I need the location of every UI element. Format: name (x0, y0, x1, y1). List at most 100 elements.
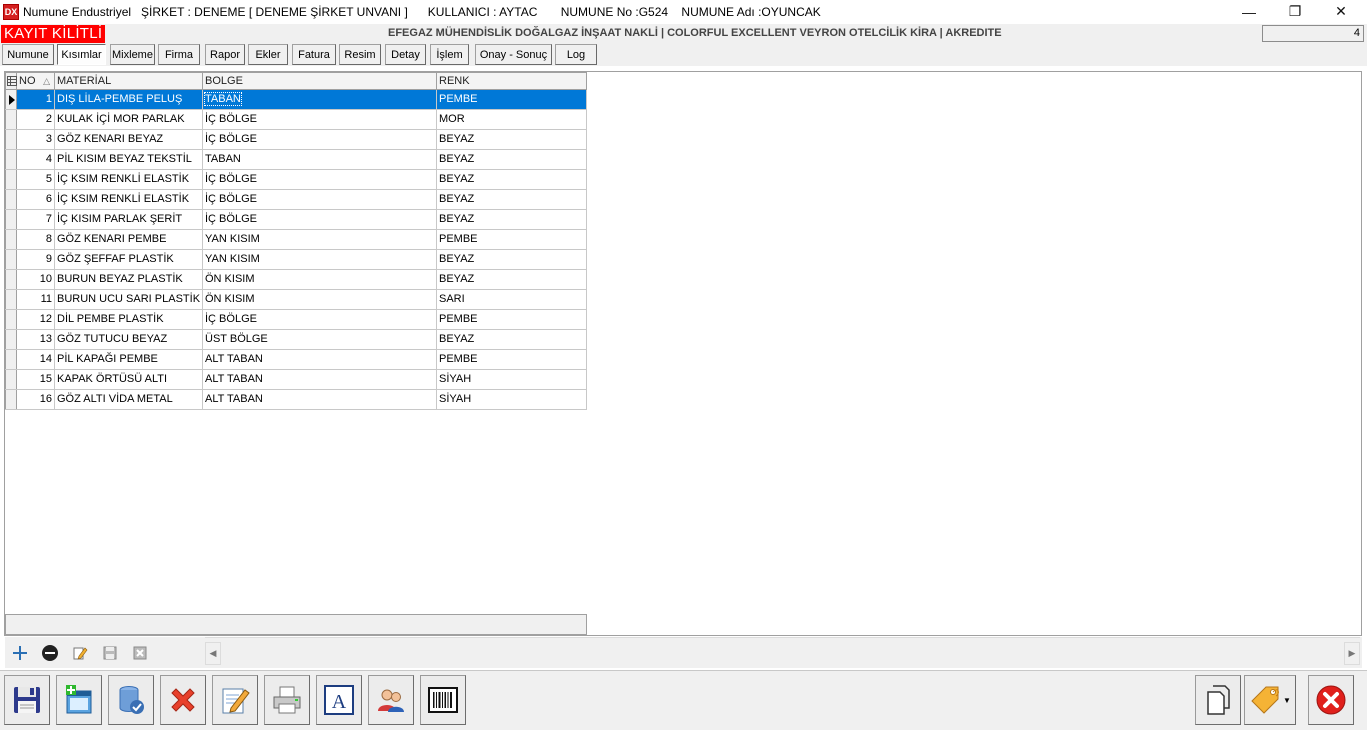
minus-icon[interactable] (39, 642, 61, 664)
cell-bolge[interactable]: İÇ BÖLGE (203, 110, 437, 129)
column-header-bolge[interactable]: BOLGE (203, 73, 437, 89)
table-row[interactable]: 1 DIŞ LİLA-PEMBE PELUŞ TABAN PEMBE (5, 90, 587, 110)
table-row[interactable]: 9 GÖZ ŞEFFAF PLASTİK YAN KISIM BEYAZ (5, 250, 587, 270)
cell-renk[interactable]: BEYAZ (437, 270, 587, 289)
row-indicator[interactable] (5, 390, 17, 409)
cell-material[interactable]: PİL KAPAĞI PEMBE (55, 350, 203, 369)
cell-material[interactable]: GÖZ KENARI BEYAZ (55, 130, 203, 149)
row-indicator[interactable] (5, 190, 17, 209)
table-row[interactable]: 16 GÖZ ALTI VİDA METAL ALT TABAN SİYAH (5, 390, 587, 410)
cell-no[interactable]: 3 (17, 130, 55, 149)
cell-bolge[interactable]: TABAN (203, 90, 437, 109)
cell-material[interactable]: İÇ KSIM RENKLİ ELASTİK (55, 170, 203, 189)
save-button[interactable] (4, 675, 50, 725)
edit-button[interactable] (212, 675, 258, 725)
cell-bolge[interactable]: ÖN KISIM (203, 290, 437, 309)
cell-no[interactable]: 11 (17, 290, 55, 309)
tab-rapor[interactable]: Rapor (205, 44, 245, 65)
cell-material[interactable]: KAPAK ÖRTÜSÜ ALTI (55, 370, 203, 389)
table-row[interactable]: 11 BURUN UCU SARI PLASTİK ÖN KISIM SARI (5, 290, 587, 310)
table-row[interactable]: 10 BURUN BEYAZ PLASTİK ÖN KISIM BEYAZ (5, 270, 587, 290)
cell-material[interactable]: İÇ KSIM RENKLİ ELASTİK (55, 190, 203, 209)
cell-renk[interactable]: BEYAZ (437, 250, 587, 269)
scroll-right-icon[interactable]: ▶ (1344, 642, 1360, 665)
column-header-material[interactable]: MATERİAL (55, 73, 203, 89)
cell-renk[interactable]: BEYAZ (437, 170, 587, 189)
cell-material[interactable]: GÖZ KENARI PEMBE (55, 230, 203, 249)
cell-bolge[interactable]: İÇ BÖLGE (203, 170, 437, 189)
cell-no[interactable]: 12 (17, 310, 55, 329)
tab-firma[interactable]: Firma (158, 44, 200, 65)
cell-material[interactable]: PİL KISIM BEYAZ TEKSTİL (55, 150, 203, 169)
cell-renk[interactable]: PEMBE (437, 90, 587, 109)
table-row[interactable]: 4 PİL KISIM BEYAZ TEKSTİL TABAN BEYAZ (5, 150, 587, 170)
tab-onay-sonuc[interactable]: Onay - Sonuç (475, 44, 552, 65)
cell-renk[interactable]: PEMBE (437, 230, 587, 249)
row-indicator[interactable] (5, 130, 17, 149)
row-indicator[interactable] (5, 230, 17, 249)
parts-grid[interactable]: NO △ MATERİAL BOLGE RENK 1 DIŞ LİLA-PEMBE… (5, 72, 587, 410)
new-record-button[interactable] (56, 675, 102, 725)
row-indicator[interactable] (5, 250, 17, 269)
cell-renk[interactable]: MOR (437, 110, 587, 129)
cell-material[interactable]: GÖZ ALTI VİDA METAL (55, 390, 203, 409)
cell-renk[interactable]: BEYAZ (437, 150, 587, 169)
text-format-button[interactable]: A (316, 675, 362, 725)
tab-detay[interactable]: Detay (385, 44, 426, 65)
cell-bolge[interactable]: TABAN (203, 150, 437, 169)
cell-material[interactable]: BURUN UCU SARI PLASTİK (55, 290, 203, 309)
cell-material[interactable]: GÖZ TUTUCU BEYAZ (55, 330, 203, 349)
cell-no[interactable]: 5 (17, 170, 55, 189)
cell-renk[interactable]: BEYAZ (437, 330, 587, 349)
row-indicator[interactable] (5, 110, 17, 129)
cancel-icon[interactable] (129, 642, 151, 664)
cell-no[interactable]: 8 (17, 230, 55, 249)
cell-no[interactable]: 4 (17, 150, 55, 169)
cell-bolge[interactable]: ALT TABAN (203, 350, 437, 369)
tab-fatura[interactable]: Fatura (292, 44, 336, 65)
cell-renk[interactable]: BEYAZ (437, 130, 587, 149)
cell-material[interactable]: BURUN BEYAZ PLASTİK (55, 270, 203, 289)
tab-mixleme[interactable]: Mixleme (110, 44, 155, 65)
cell-no[interactable]: 9 (17, 250, 55, 269)
column-header-no[interactable]: NO △ (17, 73, 55, 89)
horizontal-scrollbar[interactable]: ◀ ▶ (205, 637, 1360, 668)
row-indicator[interactable] (5, 330, 17, 349)
minimize-button[interactable]: — (1226, 0, 1272, 23)
print-button[interactable] (264, 675, 310, 725)
tag-dropdown-button[interactable]: ▼ (1244, 675, 1296, 725)
chevron-down-icon[interactable]: ▼ (1283, 696, 1291, 705)
cell-bolge[interactable]: ALT TABAN (203, 370, 437, 389)
cell-bolge[interactable]: YAN KISIM (203, 250, 437, 269)
tab-resim[interactable]: Resim (339, 44, 381, 65)
cell-no[interactable]: 1 (17, 90, 55, 109)
cell-no[interactable]: 13 (17, 330, 55, 349)
copy-button[interactable] (1195, 675, 1241, 725)
tab-log[interactable]: Log (555, 44, 597, 65)
table-row[interactable]: 2 KULAK İÇİ MOR PARLAK İÇ BÖLGE MOR (5, 110, 587, 130)
cell-material[interactable]: DIŞ LİLA-PEMBE PELUŞ (55, 90, 203, 109)
cell-renk[interactable]: SARI (437, 290, 587, 309)
restore-button[interactable]: ❐ (1272, 0, 1318, 23)
cell-no[interactable]: 10 (17, 270, 55, 289)
cell-renk[interactable]: SİYAH (437, 370, 587, 389)
row-indicator[interactable] (5, 170, 17, 189)
cell-material[interactable]: KULAK İÇİ MOR PARLAK (55, 110, 203, 129)
close-window-button[interactable]: ✕ (1318, 0, 1364, 23)
cell-bolge[interactable]: YAN KISIM (203, 230, 437, 249)
column-header-renk[interactable]: RENK (437, 73, 587, 89)
cell-material[interactable]: GÖZ ŞEFFAF PLASTİK (55, 250, 203, 269)
cell-no[interactable]: 2 (17, 110, 55, 129)
cell-bolge[interactable]: İÇ BÖLGE (203, 130, 437, 149)
cell-renk[interactable]: PEMBE (437, 350, 587, 369)
row-indicator[interactable] (5, 270, 17, 289)
edit-icon[interactable] (69, 642, 91, 664)
users-button[interactable] (368, 675, 414, 725)
table-row[interactable]: 6 İÇ KSIM RENKLİ ELASTİK İÇ BÖLGE BEYAZ (5, 190, 587, 210)
cell-no[interactable]: 16 (17, 390, 55, 409)
cell-bolge[interactable]: İÇ BÖLGE (203, 310, 437, 329)
cell-bolge[interactable]: ÖN KISIM (203, 270, 437, 289)
plus-icon[interactable] (9, 642, 31, 664)
row-indicator[interactable] (5, 370, 17, 389)
row-indicator[interactable] (5, 290, 17, 309)
